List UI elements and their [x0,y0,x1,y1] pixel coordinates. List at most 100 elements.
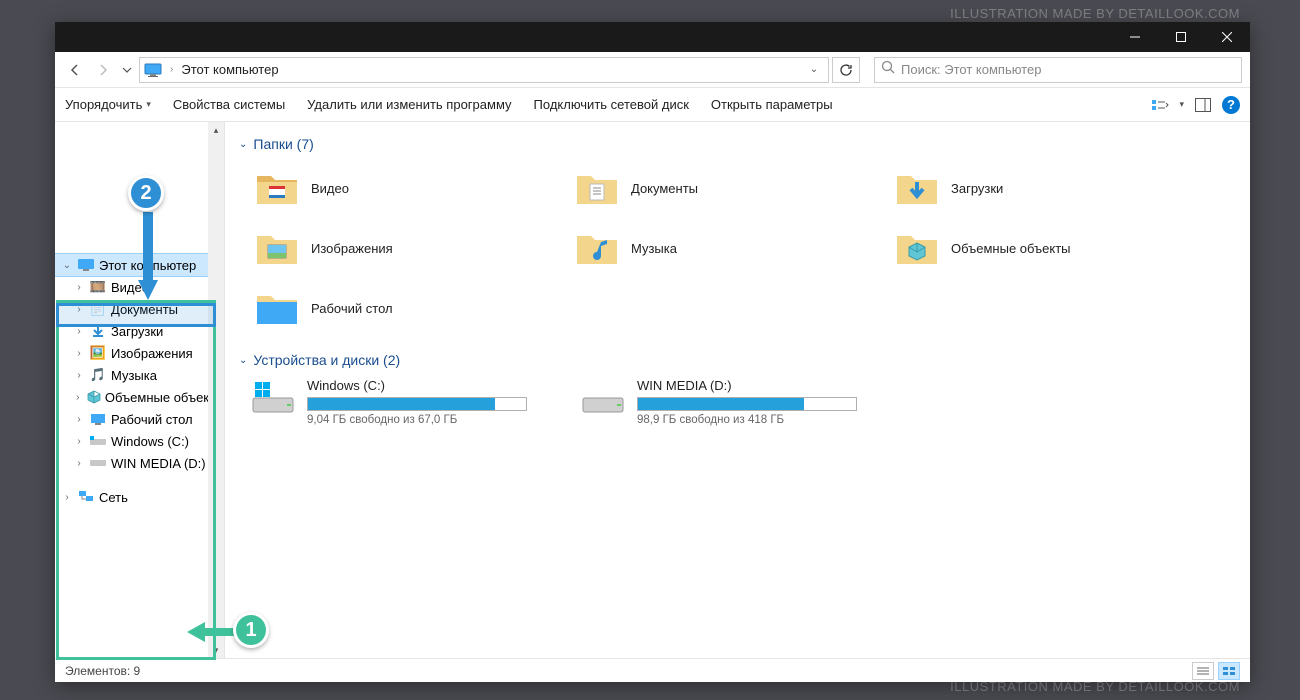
sidebar-label: Загрузки [111,324,163,339]
folder-icon [575,166,619,210]
network-icon [77,489,95,505]
folder-label: Изображения [311,241,393,256]
expand-icon[interactable]: › [73,436,85,447]
preview-pane-button[interactable] [1192,94,1214,116]
search-input[interactable] [901,62,1235,77]
recent-dropdown[interactable] [119,58,135,82]
folder-label: Объемные объекты [951,241,1071,256]
system-properties-button[interactable]: Свойства системы [173,97,285,112]
drives-section-header[interactable]: ⌄ Устройства и диски (2) [239,352,1236,368]
sidebar-item-desktop[interactable]: ›Рабочий стол [55,408,224,430]
settings-label: Открыть параметры [711,97,833,112]
drive-free-text: 9,04 ГБ свободно из 67,0 ГБ [307,414,551,426]
drive-c[interactable]: Windows (C:) 9,04 ГБ свободно из 67,0 ГБ [251,378,551,426]
music-icon: 🎵 [89,367,107,383]
close-button[interactable] [1204,22,1250,52]
sidebar-item-pictures[interactable]: › 🖼️ Изображения [55,342,224,364]
folder-desktop[interactable]: Рабочий стол [251,282,551,334]
maximize-button[interactable] [1158,22,1204,52]
chevron-down-icon: ▾ [146,99,151,110]
explorer-window: › Этот компьютер ⌄ Упорядочить ▾ Свойств… [55,22,1250,682]
expand-icon[interactable]: › [73,414,85,425]
folder-label: Рабочий стол [311,301,393,316]
view-dropdown[interactable]: ▾ [1179,99,1184,110]
annotation-callout-1: 1 [233,612,269,648]
sidebar-item-downloads[interactable]: › Загрузки [55,320,224,342]
pc-icon [144,63,162,77]
drive-name: WIN MEDIA (D:) [637,378,881,393]
video-icon: 🎞️ [89,279,107,295]
body: ⌄ Этот компьютер ›🎞️Видео ›📄Документы ›З… [55,122,1250,658]
search-box[interactable] [874,57,1242,83]
collapse-icon: ⌄ [239,355,247,366]
sidebar-item-3dobjects[interactable]: ›Объемные объек… [55,386,224,408]
folders-section-header[interactable]: ⌄ Папки (7) [239,136,1236,152]
sidebar-label: Документы [111,302,178,317]
scroll-up-icon[interactable]: ▴ [208,122,224,138]
drive-icon [89,433,107,449]
folder-music[interactable]: Музыка [571,222,871,274]
sidebar-label: WIN MEDIA (D:) [111,456,206,471]
map-network-drive-button[interactable]: Подключить сетевой диск [534,97,689,112]
sidebar-item-drive-c[interactable]: ›Windows (C:) [55,430,224,452]
sidebar-scrollbar[interactable]: ▴ ▾ [208,122,224,658]
annotation-callout-2: 2 [128,175,164,211]
expand-icon[interactable]: › [73,282,85,293]
organize-button[interactable]: Упорядочить ▾ [65,97,151,112]
expand-icon[interactable]: › [73,326,85,337]
expand-icon[interactable]: › [73,370,85,381]
drive-icon [89,455,107,471]
uninstall-label: Удалить или изменить программу [307,97,511,112]
content-pane: ⌄ Папки (7) Видео Документы Загрузки [225,122,1250,658]
desktop-icon [89,411,107,427]
folder-documents[interactable]: Документы [571,162,871,214]
drive-capacity-bar [307,397,527,411]
tiles-view-button[interactable] [1218,662,1240,680]
open-settings-button[interactable]: Открыть параметры [711,97,833,112]
folder-downloads[interactable]: Загрузки [891,162,1191,214]
expand-icon[interactable]: › [73,348,85,359]
document-icon: 📄 [89,301,107,317]
collapse-icon[interactable]: ⌄ [61,260,73,271]
expand-icon[interactable]: › [61,492,73,503]
folder-label: Документы [631,181,698,196]
folder-label: Загрузки [951,181,1003,196]
refresh-button[interactable] [832,57,860,83]
organize-label: Упорядочить [65,97,142,112]
download-icon [89,323,107,339]
address-box[interactable]: › Этот компьютер ⌄ [139,57,829,83]
uninstall-button[interactable]: Удалить или изменить программу [307,97,511,112]
view-options-button[interactable] [1149,94,1171,116]
details-view-button[interactable] [1192,662,1214,680]
forward-button[interactable] [91,58,115,82]
sidebar-item-drive-d[interactable]: › WIN MEDIA (D:) [55,452,224,474]
pc-icon [77,257,95,273]
sidebar-item-music[interactable]: › 🎵 Музыка [55,364,224,386]
drive-d[interactable]: WIN MEDIA (D:) 98,9 ГБ свободно из 418 Г… [581,378,881,426]
scroll-down-icon[interactable]: ▾ [208,642,224,658]
sidebar-label: Музыка [111,368,157,383]
titlebar [55,22,1250,52]
drive-icon [251,378,295,418]
toolbar: Упорядочить ▾ Свойства системы Удалить и… [55,88,1250,122]
help-button[interactable]: ? [1222,96,1240,114]
drives-row: Windows (C:) 9,04 ГБ свободно из 67,0 ГБ… [251,378,1236,426]
status-item-count: Элементов: 9 [65,664,140,678]
back-button[interactable] [63,58,87,82]
expand-icon[interactable]: › [73,304,85,315]
sidebar-label: Изображения [111,346,193,361]
address-bar-row: › Этот компьютер ⌄ [55,52,1250,88]
sidebar-item-network[interactable]: › Сеть [55,486,224,508]
collapse-icon: ⌄ [239,139,247,150]
expand-icon[interactable]: › [73,392,83,403]
address-dropdown[interactable]: ⌄ [804,64,824,75]
expand-icon[interactable]: › [73,458,85,469]
watermark-top: ILLUSTRATION MADE BY DETAILLOOK.COM [950,6,1240,21]
folder-label: Музыка [631,241,677,256]
picture-icon: 🖼️ [89,345,107,361]
folder-pictures[interactable]: Изображения [251,222,551,274]
minimize-button[interactable] [1112,22,1158,52]
status-bar: Элементов: 9 [55,658,1250,682]
folder-3dobjects[interactable]: Объемные объекты [891,222,1191,274]
folder-videos[interactable]: Видео [251,162,551,214]
